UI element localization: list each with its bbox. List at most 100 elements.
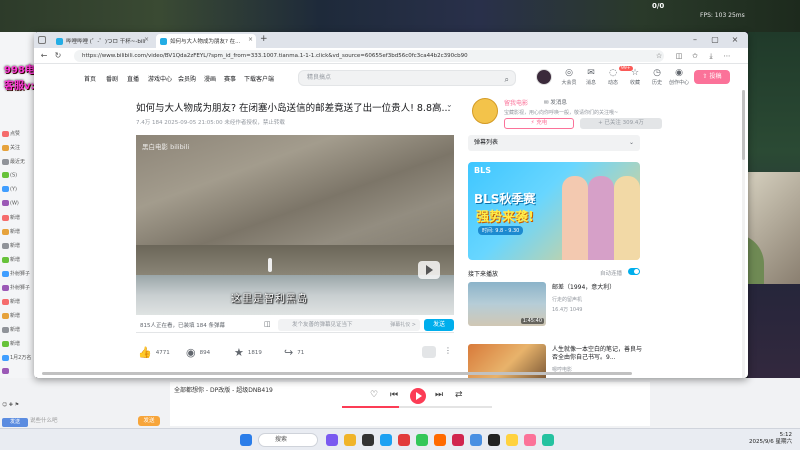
upload-button[interactable]: ⇧ 投稿	[694, 70, 730, 84]
search-input[interactable]: 精良搞点 ⌕	[298, 70, 516, 86]
rec-title[interactable]: 人生就像一本空白的笔记，善良与否全由你自己书写。9...	[552, 346, 642, 362]
rec-thumbnail[interactable]: 1:45:40	[468, 282, 546, 326]
taskbar-clock[interactable]: 5:12 2025/9/6 星期六	[749, 432, 792, 446]
chat-emoji-icon[interactable]: ☺ ✚ ⚑	[2, 402, 19, 408]
like-button[interactable]: 👍 4771	[138, 346, 170, 359]
chat-message: 1月2万名	[2, 354, 36, 362]
avatar[interactable]	[536, 69, 552, 85]
folder-icon[interactable]	[344, 434, 356, 446]
tv-icon[interactable]	[422, 346, 436, 358]
taskbar-app-icon[interactable]	[416, 434, 428, 446]
taskbar-app-icon[interactable]	[362, 434, 374, 446]
close-window-button[interactable]: ×	[726, 34, 744, 46]
rec-uploader[interactable]: 行走的留声机	[552, 296, 582, 303]
nav-mall[interactable]: 会员购	[178, 74, 196, 83]
taskbar-app-icon[interactable]	[470, 434, 482, 446]
downloads-icon[interactable]: ⤓	[706, 51, 716, 61]
taskbar-app-icon[interactable]	[434, 434, 446, 446]
close-icon[interactable]: ×	[144, 36, 149, 43]
shuffle-icon[interactable]: ⇄	[455, 390, 463, 400]
star-icon[interactable]: ☆	[654, 51, 664, 61]
ad-banner[interactable]: BLS BLS秋季赛 强势来袭! 时间: 9.8 - 9.30	[468, 162, 640, 260]
windows-start-icon[interactable]	[240, 434, 252, 446]
split-screen-icon[interactable]: ◫	[674, 51, 684, 61]
danmaku-toggle-icon[interactable]: ◫	[264, 320, 271, 328]
header-creator-center[interactable]: ◉ 创作中心	[668, 68, 690, 86]
rec-title[interactable]: 邮差（1994，意大利）	[552, 284, 642, 292]
maximize-button[interactable]: ▢	[706, 34, 724, 46]
nav-download-client[interactable]: 下载客户端	[244, 74, 274, 83]
nav-live[interactable]: 直播	[127, 74, 139, 83]
horizontal-scrollbar[interactable]	[42, 372, 632, 375]
stream-game-hud-background: 0/0 FPS: 103 25ms	[0, 0, 800, 32]
danmaku-list-toggle[interactable]: 弹幕列表 ⌄	[468, 135, 640, 151]
taskbar-search[interactable]: 搜索	[258, 433, 318, 447]
taskbar-app-icon[interactable]	[488, 434, 500, 446]
more-icon[interactable]: ⋮	[444, 346, 452, 355]
video-frame-person	[268, 258, 272, 272]
send-message-link[interactable]: ✉ 发消息	[544, 98, 567, 106]
taskbar-app-icon[interactable]	[326, 434, 338, 446]
nav-esports[interactable]: 赛事	[224, 74, 236, 83]
rec-stats: 16.4万 1049	[552, 307, 583, 313]
address-bar[interactable]: https://www.bilibili.com/video/BV1Qda2zF…	[74, 50, 664, 62]
chat-user-badge	[2, 130, 9, 137]
header-history[interactable]: ◷ 历史	[646, 68, 668, 86]
danmaku-placeholder: 发个友善的弹幕见证当下	[292, 322, 353, 328]
nav-game-center[interactable]: 游戏中心	[148, 74, 172, 83]
header-vip[interactable]: ◎ 大会员	[558, 68, 580, 86]
nav-anime[interactable]: 番剧	[106, 74, 118, 83]
tab-video[interactable]: 如何与大人物成为朋友? 在... ×	[156, 34, 256, 48]
nav-comics[interactable]: 漫画	[204, 74, 216, 83]
player-progress-track[interactable]	[342, 406, 492, 408]
uploader-name[interactable]: 留我电影	[504, 98, 528, 107]
header-messages[interactable]: ✉ 消息	[580, 68, 602, 86]
search-icon[interactable]: ⌕	[505, 73, 509, 87]
danmaku-send-button[interactable]: 发送	[424, 319, 454, 331]
more-icon[interactable]: ⋯	[722, 51, 732, 61]
danmaku-input[interactable]: 发个友善的弹幕见证当下 弹幕礼仪 >	[278, 319, 420, 331]
clock-time: 5:12	[779, 432, 792, 438]
autoplay-toggle[interactable]	[628, 268, 640, 275]
chevron-down-icon[interactable]: ⌄	[446, 100, 453, 109]
taskbar-app-icon[interactable]	[542, 434, 554, 446]
browser-icon[interactable]	[380, 434, 392, 446]
taskbar-app-icon[interactable]	[452, 434, 464, 446]
page-scrollbar[interactable]	[742, 90, 745, 378]
play-button[interactable]	[410, 388, 426, 404]
refresh-icon[interactable]: ↻	[52, 50, 64, 62]
list-item[interactable]: 1:45:40 邮差（1994，意大利） 行走的留声机 16.4万 1049	[468, 282, 644, 328]
tab-actions-icon[interactable]	[38, 36, 46, 44]
danmaku-etiquette-link[interactable]: 弹幕礼仪 >	[390, 319, 416, 331]
favorites-icon[interactable]: ✩	[690, 51, 700, 61]
charge-button[interactable]: ⚡ 充电	[504, 118, 574, 129]
chat-user-badge	[2, 298, 9, 305]
previous-track-icon[interactable]: ⏮	[390, 390, 398, 400]
chat-message-text: 点赞	[10, 131, 21, 137]
taskbar-app-icon[interactable]	[524, 434, 536, 446]
coin-button[interactable]: ◉ 894	[186, 346, 210, 359]
message-icon: ✉	[587, 68, 595, 78]
video-player[interactable]: 黑白电影 bilibili 这里是智利黑岛	[136, 135, 454, 315]
favorite-icon[interactable]: ♡	[370, 390, 378, 400]
taskbar-app-icon[interactable]	[506, 434, 518, 446]
play-icon[interactable]	[418, 261, 440, 279]
new-tab-button[interactable]: +	[260, 34, 268, 44]
scrollbar-thumb[interactable]	[742, 90, 745, 160]
share-button[interactable]: ↪ 71	[284, 346, 304, 359]
next-track-icon[interactable]: ⏭	[435, 390, 443, 400]
tab-bilibili-home[interactable]: 哔哩哔哩 (゜-゜)つロ 干杯~-bili ×	[52, 34, 152, 48]
chat-tag[interactable]: 发送	[2, 418, 28, 427]
close-icon[interactable]: ×	[248, 36, 253, 43]
uploader-avatar[interactable]	[472, 98, 498, 124]
chat-send-button[interactable]: 发送	[138, 416, 160, 426]
favorite-button[interactable]: ★ 1819	[234, 346, 262, 359]
uploader-description: 宝藏影视，用心向你呼唤一般，敬请你们的关注哦~	[504, 110, 619, 116]
follow-button[interactable]: + 已关注 309.4万	[580, 118, 662, 129]
nav-home[interactable]: 首页	[84, 74, 96, 83]
taskbar-app-icon[interactable]	[398, 434, 410, 446]
minimize-button[interactable]: –	[686, 34, 704, 46]
star-icon: ★	[234, 346, 244, 359]
back-icon[interactable]: ←	[38, 50, 50, 62]
chat-input[interactable]: 说些什么吧	[30, 416, 130, 426]
